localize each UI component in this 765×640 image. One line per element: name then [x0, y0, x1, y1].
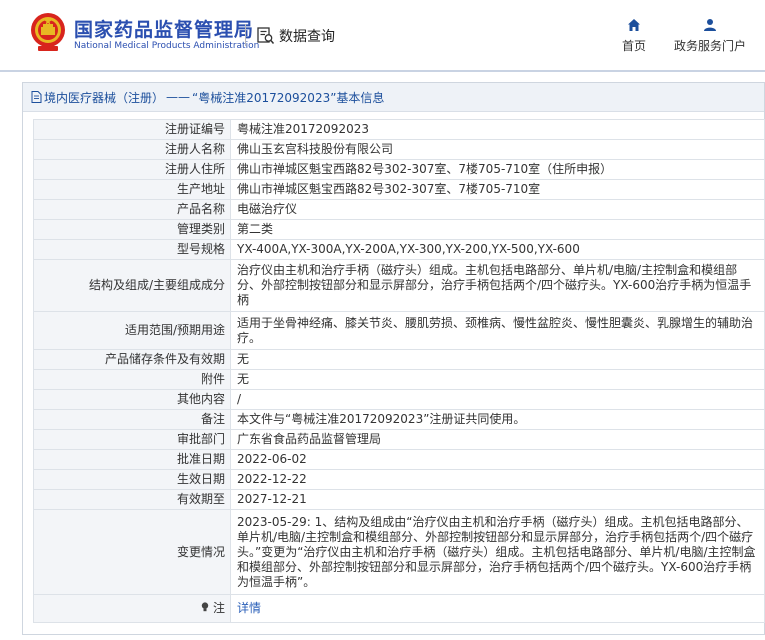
field-label: 管理类别 [33, 219, 231, 240]
field-label: 产品储存条件及有效期 [33, 349, 231, 370]
table-row: 注 详情 [33, 594, 765, 623]
field-value: 无 [230, 369, 765, 390]
site-header: 国家药品监督管理局 National Medical Products Admi… [0, 0, 765, 72]
note-value: 详情 [230, 594, 765, 623]
table-row: 审批部门 广东省食品药品监督管理局 [33, 429, 765, 450]
field-label: 产品名称 [33, 199, 231, 220]
bulb-icon [201, 602, 209, 612]
table-row: 生产地址 佛山市禅城区魁宝西路82号302-307室、7楼705-710室 [33, 179, 765, 200]
field-value: 2022-06-02 [230, 449, 765, 470]
field-value: 电磁治疗仪 [230, 199, 765, 220]
field-value: 2023-05-29: 1、结构及组成由“治疗仪由主机和治疗手柄（磁疗头）组成。… [230, 509, 765, 595]
table-row: 产品名称 电磁治疗仪 [33, 199, 765, 220]
field-value: 无 [230, 349, 765, 370]
data-query-label: 数据查询 [279, 29, 335, 45]
home-icon [628, 19, 640, 31]
field-label: 注册人名称 [33, 139, 231, 160]
field-label: 备注 [33, 409, 231, 430]
field-label: 变更情况 [33, 509, 231, 595]
field-value: 粤械注准20172092023 [230, 119, 765, 140]
site-title-en: National Medical Products Administration [74, 41, 260, 51]
detail-panel: 境内医疗器械（注册） —— “粤械注准20172092023”基本信息 注册证编… [22, 82, 765, 635]
field-label: 批准日期 [33, 449, 231, 470]
registration-info-table: 注册证编号 粤械注准20172092023 注册人名称 佛山玉玄宫科技股份有限公司 … [33, 119, 765, 623]
details-link[interactable]: 详情 [237, 601, 261, 615]
field-value: 佛山市禅城区魁宝西路82号302-307室、7楼705-710室（住所申报） [230, 159, 765, 180]
field-value: 治疗仪由主机和治疗手柄（磁疗头）组成。主机包括电路部分、单片机/电脑/主控制盒和… [230, 259, 765, 312]
field-value: 适用于坐骨神经痛、膝关节炎、腰肌劳损、颈椎病、慢性盆腔炎、慢性胆囊炎、乳腺增生的… [230, 311, 765, 350]
table-row: 注册证编号 粤械注准20172092023 [33, 119, 765, 140]
nav-home[interactable]: 首页 [622, 18, 646, 54]
field-label: 生产地址 [33, 179, 231, 200]
field-label: 有效期至 [33, 489, 231, 510]
table-row: 型号规格 YX-400A,YX-300A,YX-200A,YX-300,YX-20… [33, 239, 765, 260]
field-value: 佛山玉玄宫科技股份有限公司 [230, 139, 765, 160]
table-row: 变更情况 2023-05-29: 1、结构及组成由“治疗仪由主机和治疗手柄（磁疗头… [33, 509, 765, 595]
field-value: 2027-12-21 [230, 489, 765, 510]
field-label: 注册人住所 [33, 159, 231, 180]
data-query-link[interactable]: 数据查询 [257, 24, 335, 48]
table-row: 注册人名称 佛山玉玄宫科技股份有限公司 [33, 139, 765, 160]
user-icon [704, 19, 716, 31]
table-row: 其他内容 / [33, 389, 765, 410]
field-label: 结构及组成/主要组成成分 [33, 259, 231, 312]
field-label: 型号规格 [33, 239, 231, 260]
nav-gov-portal-label: 政务服务门户 [674, 39, 747, 53]
field-label: 其他内容 [33, 389, 231, 410]
field-value: 第二类 [230, 219, 765, 240]
table-row: 管理类别 第二类 [33, 219, 765, 240]
field-value: 本文件与“粤械注准20172092023”注册证共同使用。 [230, 409, 765, 430]
table-row: 批准日期 2022-06-02 [33, 449, 765, 470]
site-title-cn: 国家药品监督管理局 [74, 19, 255, 41]
field-value: YX-400A,YX-300A,YX-200A,YX-300,YX-200,YX… [230, 239, 765, 260]
table-row: 产品储存条件及有效期无 [33, 349, 765, 370]
table-row: 备注 本文件与“粤械注准20172092023”注册证共同使用。 [33, 409, 765, 430]
table-row: 附件无 [33, 369, 765, 390]
breadcrumb-parent-link[interactable]: 境内医疗器械（注册） [44, 89, 164, 106]
breadcrumb-separator: —— [166, 90, 191, 104]
table-row: 结构及组成/主要组成成分 治疗仪由主机和治疗手柄（磁疗头）组成。主机包括电路部分、… [33, 259, 765, 312]
field-label: 注册证编号 [33, 119, 231, 140]
note-label-cell: 注 [33, 594, 231, 623]
field-label: 适用范围/预期用途 [33, 311, 231, 350]
header-divider [245, 24, 246, 46]
national-emblem-icon [31, 13, 65, 51]
breadcrumb: 境内医疗器械（注册） —— “粤械注准20172092023”基本信息 [23, 83, 764, 112]
breadcrumb-current: “粤械注准20172092023”基本信息 [192, 90, 385, 105]
field-value: 佛山市禅城区魁宝西路82号302-307室、7楼705-710室 [230, 179, 765, 200]
nav-home-label: 首页 [622, 39, 647, 53]
table-row: 适用范围/预期用途 适用于坐骨神经痛、膝关节炎、腰肌劳损、颈椎病、慢性盆腔炎、慢性… [33, 311, 765, 350]
header-bottom-border [0, 70, 765, 72]
table-row: 有效期至 2027-12-21 [33, 489, 765, 510]
field-value: 2022-12-22 [230, 469, 765, 490]
nav-gov-portal[interactable]: 政务服务门户 [674, 18, 746, 54]
table-row: 生效日期 2022-12-22 [33, 469, 765, 490]
field-label: 生效日期 [33, 469, 231, 490]
field-value: / [230, 389, 765, 410]
document-icon [31, 91, 42, 103]
field-label: 审批部门 [33, 429, 231, 450]
field-label: 附件 [33, 369, 231, 390]
table-row: 注册人住所 佛山市禅城区魁宝西路82号302-307室、7楼705-710室（住所… [33, 159, 765, 180]
data-query-icon [257, 27, 275, 44]
field-value: 广东省食品药品监督管理局 [230, 429, 765, 450]
note-label: 注 [212, 601, 225, 615]
